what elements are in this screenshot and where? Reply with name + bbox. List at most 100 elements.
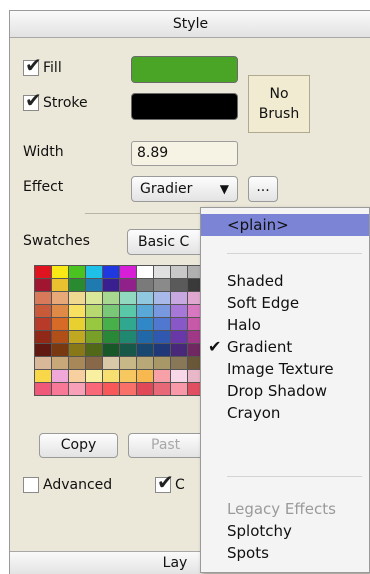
swatch-cell[interactable] [103, 344, 119, 356]
swatch-cell[interactable] [154, 318, 170, 330]
swatch-grid[interactable] [34, 265, 222, 396]
swatch-cell[interactable] [69, 357, 85, 369]
swatch-cell[interactable] [103, 305, 119, 317]
swatch-cell[interactable] [103, 331, 119, 343]
copy-button[interactable]: Copy [39, 433, 118, 458]
swatch-cell[interactable] [154, 331, 170, 343]
swatch-cell[interactable] [52, 266, 68, 278]
fill-checkbox[interactable]: ✔ [23, 55, 42, 76]
swatch-cell[interactable] [137, 318, 153, 330]
swatch-cell[interactable] [52, 331, 68, 343]
swatch-cell[interactable] [69, 279, 85, 291]
fill-color-swatch[interactable] [131, 56, 238, 83]
menu-item-halo[interactable]: Halo [201, 314, 369, 336]
swatch-cell[interactable] [137, 331, 153, 343]
menu-item-shaded[interactable]: Shaded [201, 270, 369, 292]
menu-item-crayon[interactable]: Crayon [201, 402, 369, 424]
swatch-cell[interactable] [171, 370, 187, 382]
advanced-checkbox[interactable] [23, 477, 39, 493]
swatch-cell[interactable] [137, 292, 153, 304]
swatch-cell[interactable] [154, 266, 170, 278]
swatch-cell[interactable] [69, 292, 85, 304]
stroke-checkbox[interactable]: ✔ [23, 90, 42, 111]
swatch-cell[interactable] [52, 383, 68, 395]
swatch-cell[interactable] [103, 292, 119, 304]
swatch-cell[interactable] [171, 292, 187, 304]
swatch-cell[interactable] [171, 357, 187, 369]
swatch-cell[interactable] [154, 383, 170, 395]
menu-item-image-texture[interactable]: Image Texture [201, 358, 369, 380]
effect-more-button[interactable]: ... [248, 176, 278, 202]
swatch-cell[interactable] [69, 344, 85, 356]
swatch-cell[interactable] [52, 344, 68, 356]
swatch-cell[interactable] [35, 331, 51, 343]
swatch-cell[interactable] [52, 318, 68, 330]
swatch-cell[interactable] [154, 344, 170, 356]
swatch-cell[interactable] [137, 266, 153, 278]
swatch-cell[interactable] [86, 292, 102, 304]
paste-button[interactable]: Past [128, 433, 210, 458]
swatch-cell[interactable] [86, 344, 102, 356]
swatch-cell[interactable] [120, 331, 136, 343]
menu-item-gradient[interactable]: ✔ Gradient [201, 336, 369, 358]
swatch-cell[interactable] [171, 305, 187, 317]
swatch-cell[interactable] [137, 370, 153, 382]
swatch-cell[interactable] [120, 383, 136, 395]
swatch-cell[interactable] [35, 357, 51, 369]
swatch-cell[interactable] [171, 266, 187, 278]
swatch-cell[interactable] [52, 279, 68, 291]
menu-item-plain[interactable]: <plain> [201, 214, 369, 236]
swatch-cell[interactable] [52, 292, 68, 304]
swatch-cell[interactable] [137, 279, 153, 291]
swatch-cell[interactable] [69, 318, 85, 330]
effect-dropdown[interactable]: Gradier ▼ [131, 176, 238, 202]
swatch-cell[interactable] [86, 383, 102, 395]
swatch-cell[interactable] [35, 266, 51, 278]
swatch-cell[interactable] [35, 305, 51, 317]
swatch-cell[interactable] [52, 305, 68, 317]
swatch-cell[interactable] [103, 383, 119, 395]
swatch-cell[interactable] [35, 318, 51, 330]
swatch-cell[interactable] [171, 331, 187, 343]
swatch-cell[interactable] [120, 292, 136, 304]
menu-item-soft-edge[interactable]: Soft Edge [201, 292, 369, 314]
swatch-cell[interactable] [35, 279, 51, 291]
menu-item-splotchy[interactable]: Splotchy [201, 520, 369, 542]
swatch-cell[interactable] [52, 357, 68, 369]
swatch-cell[interactable] [120, 279, 136, 291]
swatch-cell[interactable] [35, 292, 51, 304]
swatch-cell[interactable] [103, 370, 119, 382]
swatch-cell[interactable] [69, 305, 85, 317]
width-input[interactable]: 8.89 [131, 141, 238, 166]
swatch-cell[interactable] [86, 318, 102, 330]
swatch-cell[interactable] [69, 331, 85, 343]
swatch-cell[interactable] [137, 383, 153, 395]
swatch-cell[interactable] [86, 266, 102, 278]
swatch-cell[interactable] [120, 305, 136, 317]
swatch-cell[interactable] [103, 279, 119, 291]
swatch-cell[interactable] [154, 370, 170, 382]
menu-item-spots[interactable]: Spots [201, 542, 369, 564]
swatch-cell[interactable] [69, 266, 85, 278]
swatch-cell[interactable] [154, 292, 170, 304]
swatch-cell[interactable] [171, 279, 187, 291]
swatch-cell[interactable] [154, 357, 170, 369]
swatch-cell[interactable] [86, 279, 102, 291]
swatch-cell[interactable] [154, 279, 170, 291]
second-checkbox[interactable]: ✔ [155, 472, 174, 493]
swatch-cell[interactable] [120, 266, 136, 278]
swatch-cell[interactable] [103, 357, 119, 369]
swatch-cell[interactable] [154, 305, 170, 317]
stroke-color-swatch[interactable] [131, 93, 238, 120]
swatch-cell[interactable] [120, 357, 136, 369]
swatch-cell[interactable] [120, 344, 136, 356]
swatch-cell[interactable] [86, 331, 102, 343]
swatch-cell[interactable] [86, 357, 102, 369]
swatch-cell[interactable] [171, 344, 187, 356]
swatch-cell[interactable] [103, 318, 119, 330]
swatch-cell[interactable] [35, 370, 51, 382]
swatch-cell[interactable] [69, 370, 85, 382]
swatch-cell[interactable] [137, 305, 153, 317]
swatch-cell[interactable] [120, 318, 136, 330]
swatch-cell[interactable] [103, 266, 119, 278]
